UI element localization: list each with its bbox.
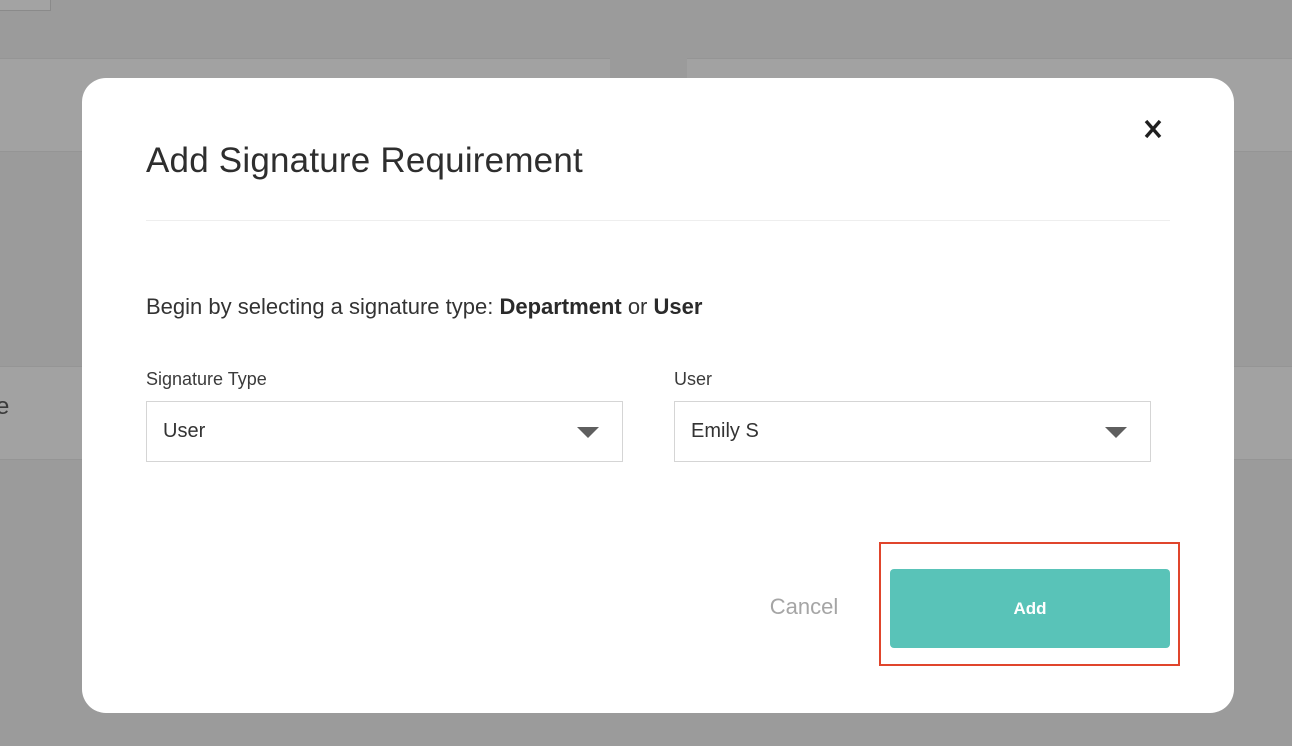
cancel-button[interactable]: Cancel <box>754 591 854 623</box>
signature-type-value: User <box>163 420 206 442</box>
instruction-joiner: or <box>621 294 654 319</box>
signature-type-field: Signature Type User <box>146 368 623 462</box>
background-text: e <box>0 393 10 420</box>
instruction-text: Begin by selecting a signature type: Dep… <box>146 292 702 322</box>
close-icon <box>1144 119 1162 139</box>
user-field: User Emily S <box>674 368 1151 462</box>
signature-type-select[interactable]: User <box>146 401 623 462</box>
signature-type-label: Signature Type <box>146 369 267 389</box>
user-select[interactable]: Emily S <box>674 401 1151 462</box>
instruction-option-department: Department <box>499 294 622 319</box>
user-label: User <box>674 369 713 389</box>
instruction-option-user: User <box>653 294 703 319</box>
close-button[interactable] <box>1138 114 1168 144</box>
background-element <box>0 0 51 11</box>
add-button[interactable]: Add <box>890 569 1170 648</box>
add-signature-modal: Add Signature Requirement Begin by selec… <box>82 78 1234 713</box>
chevron-down-icon <box>577 427 599 438</box>
chevron-down-icon <box>1105 427 1127 438</box>
instruction-prefix: Begin by selecting a signature type: <box>146 294 500 319</box>
modal-title: Add Signature Requirement <box>146 141 583 180</box>
title-divider <box>146 220 1170 221</box>
user-value: Emily S <box>691 420 759 442</box>
